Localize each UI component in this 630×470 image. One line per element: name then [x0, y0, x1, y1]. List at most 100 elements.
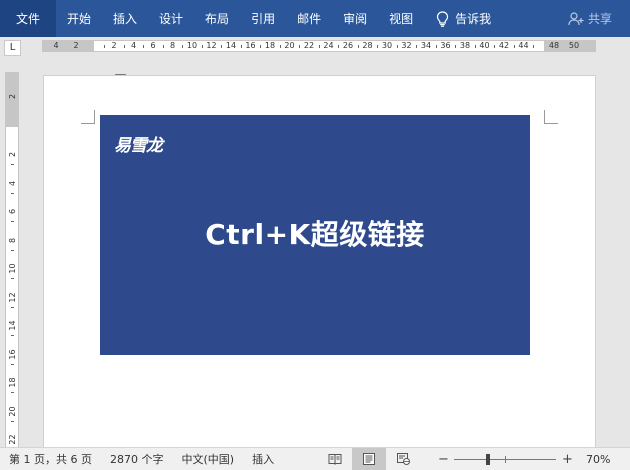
ruler-tick [357, 45, 359, 48]
crop-mark-top-right [544, 110, 558, 124]
ruler-label: 20 [8, 405, 17, 417]
ruler-tick [11, 420, 14, 422]
ruler-tick [143, 45, 144, 48]
document-page[interactable]: 易雪龙 Ctrl+K超级链接 [43, 75, 596, 455]
ruler-tick [201, 45, 203, 48]
vertical-ruler[interactable]: 2 2 4 6 8 10 12 14 16 18 20 22 [5, 72, 19, 448]
ruler-label: 12 [8, 291, 17, 303]
ruler-label: 18 [264, 41, 276, 50]
language-indicator[interactable]: 中文(中国) [172, 451, 243, 467]
ruler-label: 2 [8, 93, 17, 100]
ruler-left-margin [42, 41, 94, 51]
zoom-slider-center-mark [505, 455, 506, 463]
horizontal-ruler[interactable]: 4 2 2 4 6 8 10 12 14 16 18 20 22 24 26 28 30 32 34 36 38 40 42… [42, 40, 596, 52]
ruler-tick [533, 45, 534, 48]
zoom-level[interactable]: 70% [586, 453, 610, 466]
page-layout-icon [363, 453, 375, 465]
ruler-label: 30 [381, 41, 393, 50]
ruler-label: 20 [284, 41, 295, 50]
status-bar: 第 1 页，共 6 页 2870 个字 中文(中国) 插入 − + 70% [0, 447, 630, 470]
ruler-label: 2 [111, 41, 117, 50]
ruler-label: 32 [401, 41, 412, 50]
zoom-control: − + 70% [438, 448, 610, 470]
view-switcher [318, 448, 420, 470]
ruler-tick [11, 306, 14, 308]
tab-review[interactable]: 审阅 [332, 0, 378, 37]
ruler-label: 10 [8, 263, 17, 274]
tell-me-label: 告诉我 [455, 12, 492, 26]
ruler-label: 36 [440, 41, 451, 50]
ruler-label: 10 [186, 41, 198, 50]
banner-image[interactable]: 易雪龙 Ctrl+K超级链接 [100, 115, 530, 355]
ruler-label: 34 [420, 41, 432, 50]
ruler-label: 16 [8, 348, 17, 360]
zoom-out-button[interactable]: − [438, 452, 449, 467]
ruler-tick [11, 192, 14, 194]
ruler-label: 18 [8, 377, 17, 388]
tab-view[interactable]: 视图 [378, 0, 424, 37]
ribbon-tab-bar: 文件 开始 插入 设计 布局 引用 邮件 审阅 视图 告诉我 共享 [0, 0, 630, 37]
ruler-label: 4 [53, 41, 59, 50]
ruler-tick [299, 45, 300, 48]
ruler-tick [162, 45, 164, 48]
ruler-label: 50 [568, 41, 580, 50]
ruler-label: 42 [498, 41, 510, 50]
ruler-tick [11, 278, 14, 279]
insert-mode-indicator[interactable]: 插入 [243, 451, 283, 467]
word-count[interactable]: 2870 个字 [101, 451, 173, 467]
ruler-label: 22 [303, 41, 315, 50]
ruler-label: 2 [73, 41, 79, 50]
ruler-tick [221, 45, 222, 48]
share-button[interactable]: 共享 [568, 0, 612, 37]
page-count[interactable]: 第 1 页，共 6 页 [0, 451, 101, 467]
ruler-label: 24 [323, 41, 334, 50]
ruler-tick [11, 164, 14, 165]
ruler-label: 2 [8, 151, 17, 158]
read-mode-button[interactable] [318, 448, 352, 470]
web-layout-button[interactable] [386, 448, 420, 470]
tab-stop-selector[interactable]: L [4, 40, 21, 56]
tab-design[interactable]: 设计 [148, 0, 194, 37]
web-layout-icon [397, 453, 410, 465]
lightbulb-icon [437, 10, 449, 27]
ruler-tick [11, 335, 14, 336]
ruler-tick [279, 45, 281, 48]
ruler-label: 22 [8, 434, 17, 445]
ruler-tick [474, 45, 476, 48]
tell-me-box[interactable]: 告诉我 [436, 10, 491, 27]
book-icon [328, 454, 342, 465]
ruler-label: 14 [8, 320, 17, 331]
crop-mark-top-left [81, 110, 95, 124]
ruler-label: 38 [459, 41, 471, 50]
ruler-label: 14 [225, 41, 237, 50]
print-layout-button[interactable] [352, 448, 386, 470]
ruler-label: 8 [169, 41, 176, 50]
tab-insert[interactable]: 插入 [102, 0, 148, 37]
zoom-in-button[interactable]: + [562, 452, 573, 467]
share-label: 共享 [587, 12, 612, 26]
ruler-label: 16 [245, 41, 256, 50]
ruler-tick [455, 45, 456, 48]
ruler-label: 6 [8, 208, 17, 215]
ruler-label: 4 [130, 41, 137, 50]
horizontal-ruler-area: L 4 2 2 4 6 8 10 12 14 16 18 20 22 24 26 28 30 32 34 36 38 40… [0, 37, 630, 99]
ruler-tick [260, 45, 261, 48]
ruler-label: 26 [342, 41, 354, 50]
ruler-tick [11, 392, 14, 393]
ruler-label: 8 [8, 237, 17, 243]
zoom-slider-thumb[interactable] [486, 453, 490, 465]
tab-home[interactable]: 开始 [56, 0, 102, 37]
tab-mailings[interactable]: 邮件 [286, 0, 332, 37]
ruler-label: 40 [479, 41, 490, 50]
ruler-tick [11, 221, 14, 222]
ruler-tick [435, 45, 437, 48]
banner-headline: Ctrl+K超级链接 [205, 218, 425, 251]
tab-references[interactable]: 引用 [240, 0, 286, 37]
tab-file[interactable]: 文件 [0, 0, 56, 37]
ruler-tick [240, 45, 242, 48]
zoom-slider[interactable] [454, 453, 556, 465]
tab-layout[interactable]: 布局 [194, 0, 240, 37]
banner-logo: 易雪龙 [114, 136, 163, 156]
ruler-tick [123, 45, 125, 48]
ruler-tick [338, 45, 339, 48]
